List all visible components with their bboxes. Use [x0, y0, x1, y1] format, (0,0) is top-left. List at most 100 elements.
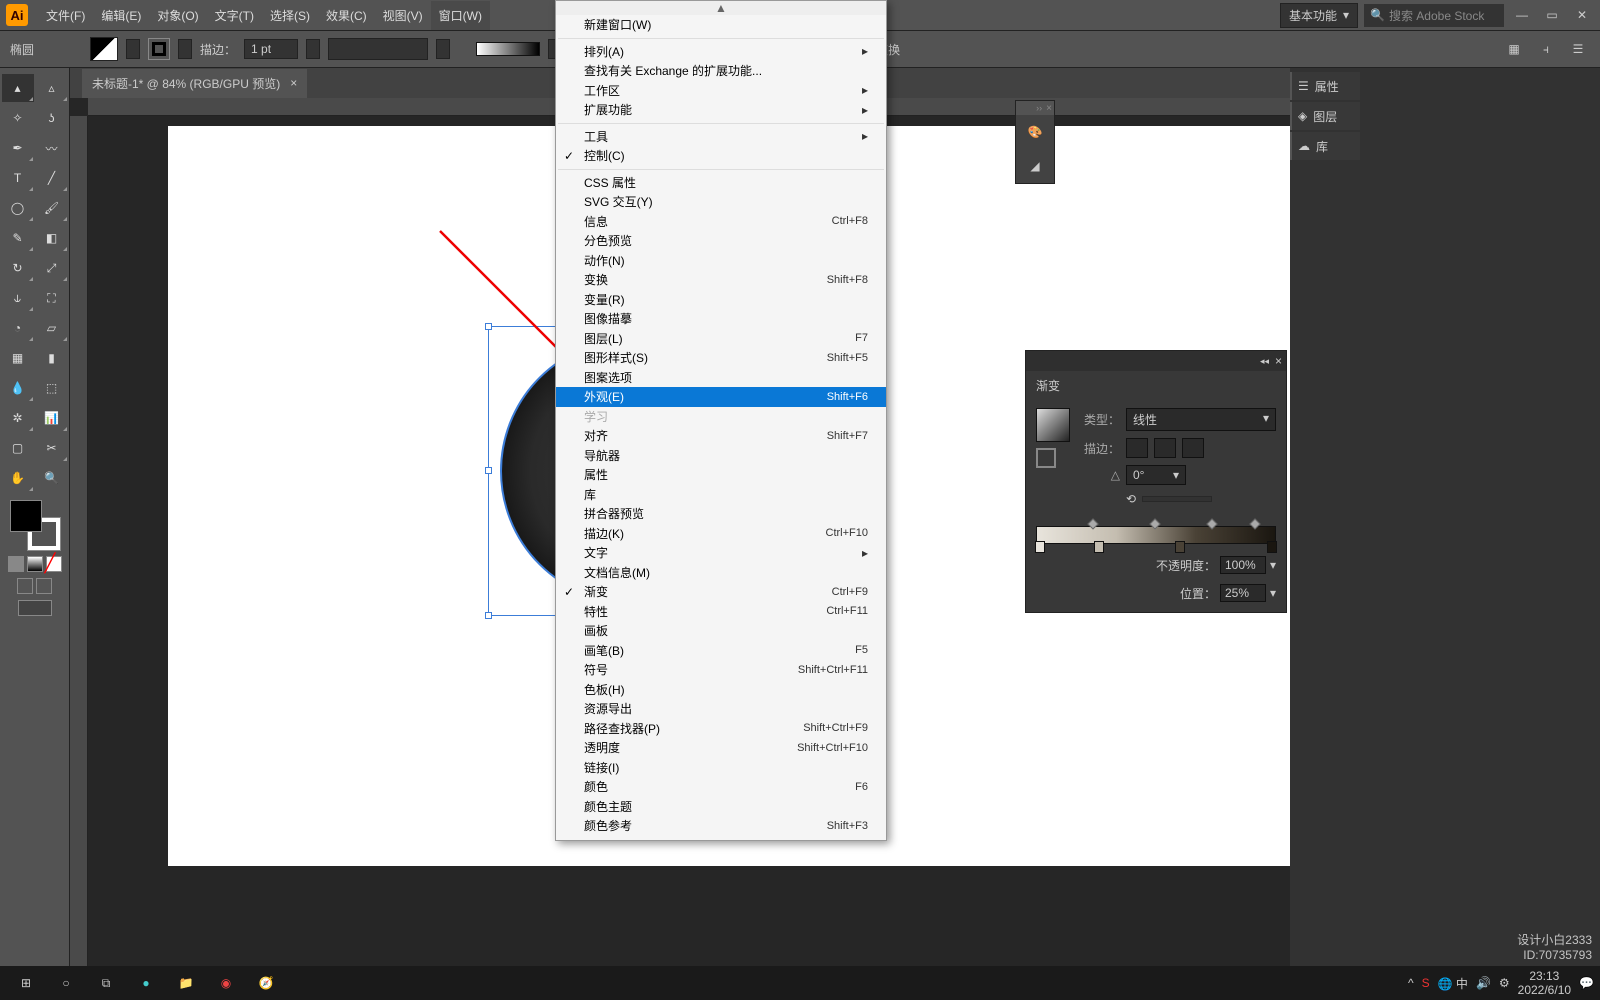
shaper-tool[interactable]: ✎: [2, 224, 34, 252]
menu-item[interactable]: 透明度Shift+Ctrl+F10: [556, 738, 886, 758]
menu-item[interactable]: 色板(H): [556, 680, 886, 700]
menu-object[interactable]: 对象(O): [149, 1, 206, 30]
start-button[interactable]: ⊞: [6, 968, 46, 998]
profile-drop[interactable]: [328, 38, 428, 60]
menu-item[interactable]: 信息Ctrl+F8: [556, 212, 886, 232]
menu-item[interactable]: 画板: [556, 621, 886, 641]
panel-layers[interactable]: ◈图层: [1290, 102, 1360, 130]
menu-window[interactable]: 窗口(W): [431, 1, 490, 30]
close-tab-icon[interactable]: ×: [290, 76, 297, 90]
blend-tool[interactable]: ⬚: [36, 374, 68, 402]
minimize-button[interactable]: —: [1510, 6, 1534, 24]
magic-wand-tool[interactable]: ✧: [2, 104, 34, 132]
color-mode-buttons[interactable]: ╱: [8, 556, 62, 572]
lasso-tool[interactable]: ʖ: [36, 104, 68, 132]
menu-item[interactable]: 分色预览: [556, 231, 886, 251]
symbol-sprayer-tool[interactable]: ✲: [2, 404, 34, 432]
menu-item[interactable]: ✓控制(C): [556, 146, 886, 166]
menu-item[interactable]: 图像描摹: [556, 309, 886, 329]
menu-item[interactable]: SVG 交互(Y): [556, 192, 886, 212]
menu-item[interactable]: 符号Shift+Ctrl+F11: [556, 660, 886, 680]
search-button[interactable]: ○: [46, 968, 86, 998]
close-button[interactable]: ✕: [1570, 6, 1594, 24]
type-tool[interactable]: T: [2, 164, 34, 192]
menu-item[interactable]: 变换Shift+F8: [556, 270, 886, 290]
menu-item[interactable]: 排列(A)▸: [556, 42, 886, 62]
menu-item[interactable]: 工具▸: [556, 127, 886, 147]
gradient-position[interactable]: 25%: [1220, 584, 1266, 602]
menu-item[interactable]: 路径查找器(P)Shift+Ctrl+F9: [556, 719, 886, 739]
menu-item[interactable]: 颜色F6: [556, 777, 886, 797]
floating-color-panel[interactable]: ››× 🎨 ◢: [1015, 100, 1055, 184]
menu-select[interactable]: 选择(S): [262, 1, 318, 30]
gradient-swap[interactable]: [1036, 448, 1056, 468]
menu-item[interactable]: 新建窗口(W): [556, 15, 886, 35]
perspective-tool[interactable]: ▱: [36, 314, 68, 342]
menu-item[interactable]: 图形样式(S)Shift+F5: [556, 348, 886, 368]
color-wheel-icon[interactable]: 🎨: [1016, 115, 1054, 149]
menu-item[interactable]: 属性: [556, 465, 886, 485]
menu-item[interactable]: ✓渐变Ctrl+F9: [556, 582, 886, 602]
menu-item[interactable]: 颜色主题: [556, 797, 886, 817]
fill-drop[interactable]: [126, 39, 140, 59]
pen-tool[interactable]: ✒: [2, 134, 34, 162]
gradient-ramp[interactable]: [1036, 526, 1276, 544]
menu-effect[interactable]: 效果(C): [318, 1, 375, 30]
menu-item[interactable]: 库: [556, 485, 886, 505]
gradient-tab[interactable]: 渐变: [1026, 371, 1070, 400]
gradient-opacity[interactable]: 100%: [1220, 556, 1266, 574]
gradient-preview[interactable]: [1036, 408, 1070, 442]
menu-item[interactable]: 文字▸: [556, 543, 886, 563]
menu-item[interactable]: 文档信息(M): [556, 563, 886, 583]
menu-edit[interactable]: 编辑(E): [93, 1, 149, 30]
menu-item[interactable]: 画笔(B)F5: [556, 641, 886, 661]
menu-item[interactable]: 图层(L)F7: [556, 329, 886, 349]
panel-libraries[interactable]: ☁库: [1290, 132, 1360, 160]
rotate-tool[interactable]: ↻: [2, 254, 34, 282]
align-icon[interactable]: ⫞: [1534, 40, 1558, 58]
menu-item[interactable]: 颜色参考Shift+F3: [556, 816, 886, 836]
fill-stroke-control[interactable]: [10, 500, 60, 550]
curvature-tool[interactable]: 〰: [36, 134, 68, 162]
menu-item[interactable]: 特性Ctrl+F11: [556, 602, 886, 622]
free-transform-tool[interactable]: ⛶: [36, 284, 68, 312]
stroke-drop[interactable]: [178, 39, 192, 59]
panel-close-icon[interactable]: ×: [1275, 354, 1282, 368]
menu-type[interactable]: 文字(T): [207, 1, 262, 30]
shape-builder-tool[interactable]: ◔: [2, 314, 34, 342]
line-tool[interactable]: ╱: [36, 164, 68, 192]
menu-view[interactable]: 视图(V): [375, 1, 431, 30]
ellipse-tool[interactable]: ◯: [2, 194, 34, 222]
width-tool[interactable]: ⫝: [2, 284, 34, 312]
menu-item[interactable]: 外观(E)Shift+F6: [556, 387, 886, 407]
ruler-vertical[interactable]: [70, 116, 88, 978]
menu-item[interactable]: 拼合器预览: [556, 504, 886, 524]
paintbrush-tool[interactable]: 🖌: [36, 194, 68, 222]
selection-tool[interactable]: ▴: [2, 74, 34, 102]
hand-tool[interactable]: ✋: [2, 464, 34, 492]
menu-file[interactable]: 文件(F): [38, 1, 93, 30]
stock-search[interactable]: 🔍搜索 Adobe Stock: [1364, 4, 1504, 27]
slice-tool[interactable]: ✂: [36, 434, 68, 462]
panel-properties[interactable]: ☰属性: [1290, 72, 1360, 100]
zoom-tool[interactable]: 🔍: [36, 464, 68, 492]
windows-taskbar[interactable]: ⊞ ○ ⧉ ● 📁 ◉ 🧭 ^S🌐 中🔊⚙ 23:132022/6/10 💬: [0, 966, 1600, 1000]
gradient-angle[interactable]: 0°▾: [1126, 465, 1186, 485]
menu-item[interactable]: 动作(N): [556, 251, 886, 271]
mesh-tool[interactable]: ▦: [2, 344, 34, 372]
list-icon[interactable]: ☰: [1566, 40, 1590, 58]
menu-item[interactable]: 变量(R): [556, 290, 886, 310]
menu-item[interactable]: 扩展功能▸: [556, 100, 886, 120]
direct-selection-tool[interactable]: ▵: [36, 74, 68, 102]
scale-tool[interactable]: ⤢: [36, 254, 68, 282]
graph-tool[interactable]: 📊: [36, 404, 68, 432]
color-guide-icon[interactable]: ◢: [1016, 149, 1054, 183]
gradient-tool[interactable]: ▮: [36, 344, 68, 372]
menu-scroll-up[interactable]: ▲: [556, 1, 886, 15]
stroke-swatch[interactable]: [148, 38, 170, 60]
menu-item[interactable]: 链接(I): [556, 758, 886, 778]
menu-item[interactable]: 查找有关 Exchange 的扩展功能...: [556, 61, 886, 81]
menu-item[interactable]: 描边(K)Ctrl+F10: [556, 524, 886, 544]
menu-item[interactable]: CSS 属性: [556, 173, 886, 193]
maximize-button[interactable]: ▭: [1540, 6, 1564, 24]
